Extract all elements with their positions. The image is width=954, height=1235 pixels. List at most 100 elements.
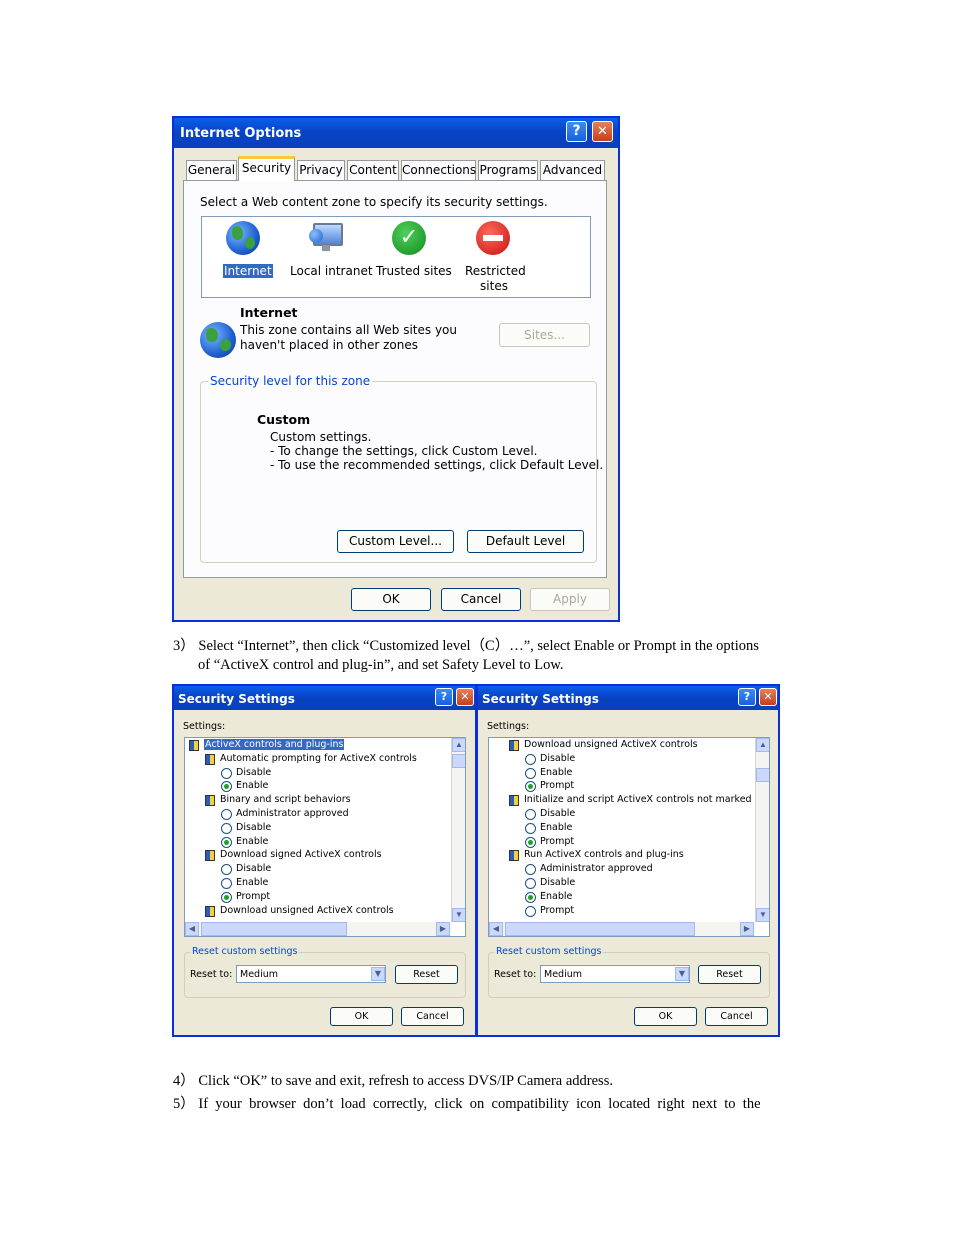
setting-group[interactable]: Download unsigned ActiveX controls (185, 905, 451, 919)
scroll-thumb-h[interactable] (201, 922, 347, 936)
setting-option[interactable]: Enable (489, 822, 755, 836)
vertical-scrollbar[interactable]: ▲ ▼ (755, 738, 769, 922)
zone-internet[interactable]: Internet (220, 221, 274, 291)
radio-unselected[interactable] (221, 822, 232, 834)
radio-unselected[interactable] (525, 809, 536, 820)
scroll-right-button[interactable]: ▶ (740, 922, 754, 936)
setting-group[interactable]: Initialize and script ActiveX controls n… (489, 794, 769, 808)
setting-group[interactable]: Binary and script behaviors (185, 794, 451, 808)
sites-button[interactable]: Sites... (499, 323, 590, 347)
radio-selected[interactable] (221, 781, 232, 793)
zone-local-intranet[interactable]: Local intranet (290, 221, 373, 291)
radio-selected[interactable] (525, 891, 536, 903)
setting-option[interactable]: Prompt (489, 836, 755, 850)
setting-label: Prompt (540, 780, 575, 792)
chevron-down-icon[interactable]: ▼ (371, 967, 385, 981)
radio-unselected[interactable] (221, 767, 232, 779)
apply-button[interactable]: Apply (530, 588, 610, 611)
scroll-left-button[interactable]: ◀ (489, 922, 503, 936)
radio-unselected[interactable] (221, 809, 232, 820)
setting-option[interactable]: Prompt (489, 905, 755, 919)
setting-category[interactable]: ActiveX controls and plug-ins (185, 739, 451, 753)
zone-trusted-sites[interactable]: ✓ Trusted sites (376, 221, 452, 291)
custom-level-button[interactable]: Custom Level... (337, 530, 454, 553)
radio-unselected[interactable] (221, 864, 232, 876)
horizontal-scrollbar[interactable]: ◀ ▶ (185, 922, 451, 936)
scroll-thumb[interactable] (756, 768, 769, 782)
setting-option[interactable]: Prompt (185, 891, 451, 905)
setting-option[interactable]: Disable (185, 767, 451, 781)
radio-selected[interactable] (525, 836, 536, 848)
tab-security[interactable]: Security (238, 156, 295, 181)
tab-advanced[interactable]: Advanced (540, 160, 605, 180)
vertical-scrollbar[interactable]: ▲ ▼ (451, 738, 465, 922)
setting-option[interactable]: Disable (185, 822, 451, 836)
radio-unselected[interactable] (525, 864, 536, 876)
tab-content[interactable]: Content (347, 160, 399, 180)
setting-option[interactable]: Administrator approved (185, 808, 451, 822)
setting-group[interactable]: Automatic prompting for ActiveX controls (185, 753, 451, 767)
tab-general[interactable]: General (186, 160, 237, 180)
scroll-down-button[interactable]: ▼ (452, 908, 465, 922)
radio-selected[interactable] (221, 836, 232, 848)
ok-button[interactable]: OK (330, 1007, 393, 1026)
setting-option[interactable]: Administrator approved (489, 863, 755, 877)
cancel-button[interactable]: Cancel (401, 1007, 464, 1026)
setting-group[interactable]: Run ActiveX controls and plug-ins (489, 849, 755, 863)
reset-button[interactable]: Reset (395, 965, 458, 984)
setting-option[interactable]: Enable (489, 891, 755, 905)
radio-selected[interactable] (525, 781, 536, 793)
chevron-down-icon[interactable]: ▼ (675, 967, 689, 981)
tab-programs[interactable]: Programs (478, 160, 538, 180)
tab-privacy[interactable]: Privacy (297, 160, 345, 180)
setting-label: Prompt (540, 835, 575, 847)
reset-to-select[interactable]: Medium ▼ (236, 965, 386, 983)
setting-option[interactable]: Disable (185, 863, 451, 877)
settings-label: Settings: (183, 721, 226, 732)
radio-unselected[interactable] (525, 822, 536, 834)
setting-option[interactable]: Disable (489, 753, 755, 767)
cancel-button[interactable]: Cancel (441, 588, 521, 611)
setting-label: Enable (540, 766, 573, 778)
radio-unselected[interactable] (525, 878, 536, 889)
horizontal-scrollbar[interactable]: ◀ ▶ (489, 922, 755, 936)
radio-unselected[interactable] (525, 905, 536, 917)
scroll-thumb[interactable] (452, 754, 465, 768)
window-title: Internet Options (180, 126, 302, 141)
radio-unselected[interactable] (525, 753, 536, 765)
setting-option[interactable]: Disable (489, 808, 755, 822)
default-level-button[interactable]: Default Level (467, 530, 584, 553)
scroll-thumb-h[interactable] (505, 922, 695, 936)
tab-connections[interactable]: Connections (401, 160, 476, 180)
reset-to-select[interactable]: Medium ▼ (540, 965, 690, 983)
ok-button[interactable]: OK (634, 1007, 697, 1026)
scroll-right-button[interactable]: ▶ (436, 922, 450, 936)
setting-option[interactable]: Prompt (489, 780, 755, 794)
scroll-up-button[interactable]: ▲ (452, 738, 465, 752)
close-button[interactable]: ✕ (592, 121, 613, 142)
setting-group[interactable]: Download unsigned ActiveX controls (489, 739, 755, 753)
setting-option[interactable]: Enable (185, 780, 451, 794)
radio-unselected[interactable] (221, 878, 232, 889)
setting-group[interactable]: Download signed ActiveX controls (185, 849, 451, 863)
setting-option[interactable]: Enable (489, 767, 755, 781)
help-button[interactable]: ? (738, 688, 756, 706)
radio-selected[interactable] (221, 891, 232, 903)
scroll-up-button[interactable]: ▲ (756, 738, 769, 752)
ok-button[interactable]: OK (351, 588, 431, 611)
radio-unselected[interactable] (525, 767, 536, 779)
setting-option[interactable]: Enable (185, 836, 451, 850)
scroll-down-button[interactable]: ▼ (756, 908, 769, 922)
security-level-title: Security level for this zone (208, 374, 373, 388)
setting-option[interactable]: Disable (489, 877, 755, 891)
setting-option[interactable]: Enable (185, 877, 451, 891)
cancel-button[interactable]: Cancel (705, 1007, 768, 1026)
reset-button[interactable]: Reset (698, 965, 761, 984)
help-button[interactable]: ? (566, 121, 587, 142)
close-button[interactable]: ✕ (456, 688, 474, 706)
scroll-left-button[interactable]: ◀ (185, 922, 199, 936)
zone-restricted-sites[interactable]: Restricted sites (462, 221, 528, 293)
setting-label: Disable (236, 766, 272, 778)
help-button[interactable]: ? (435, 688, 453, 706)
close-button[interactable]: ✕ (759, 688, 777, 706)
